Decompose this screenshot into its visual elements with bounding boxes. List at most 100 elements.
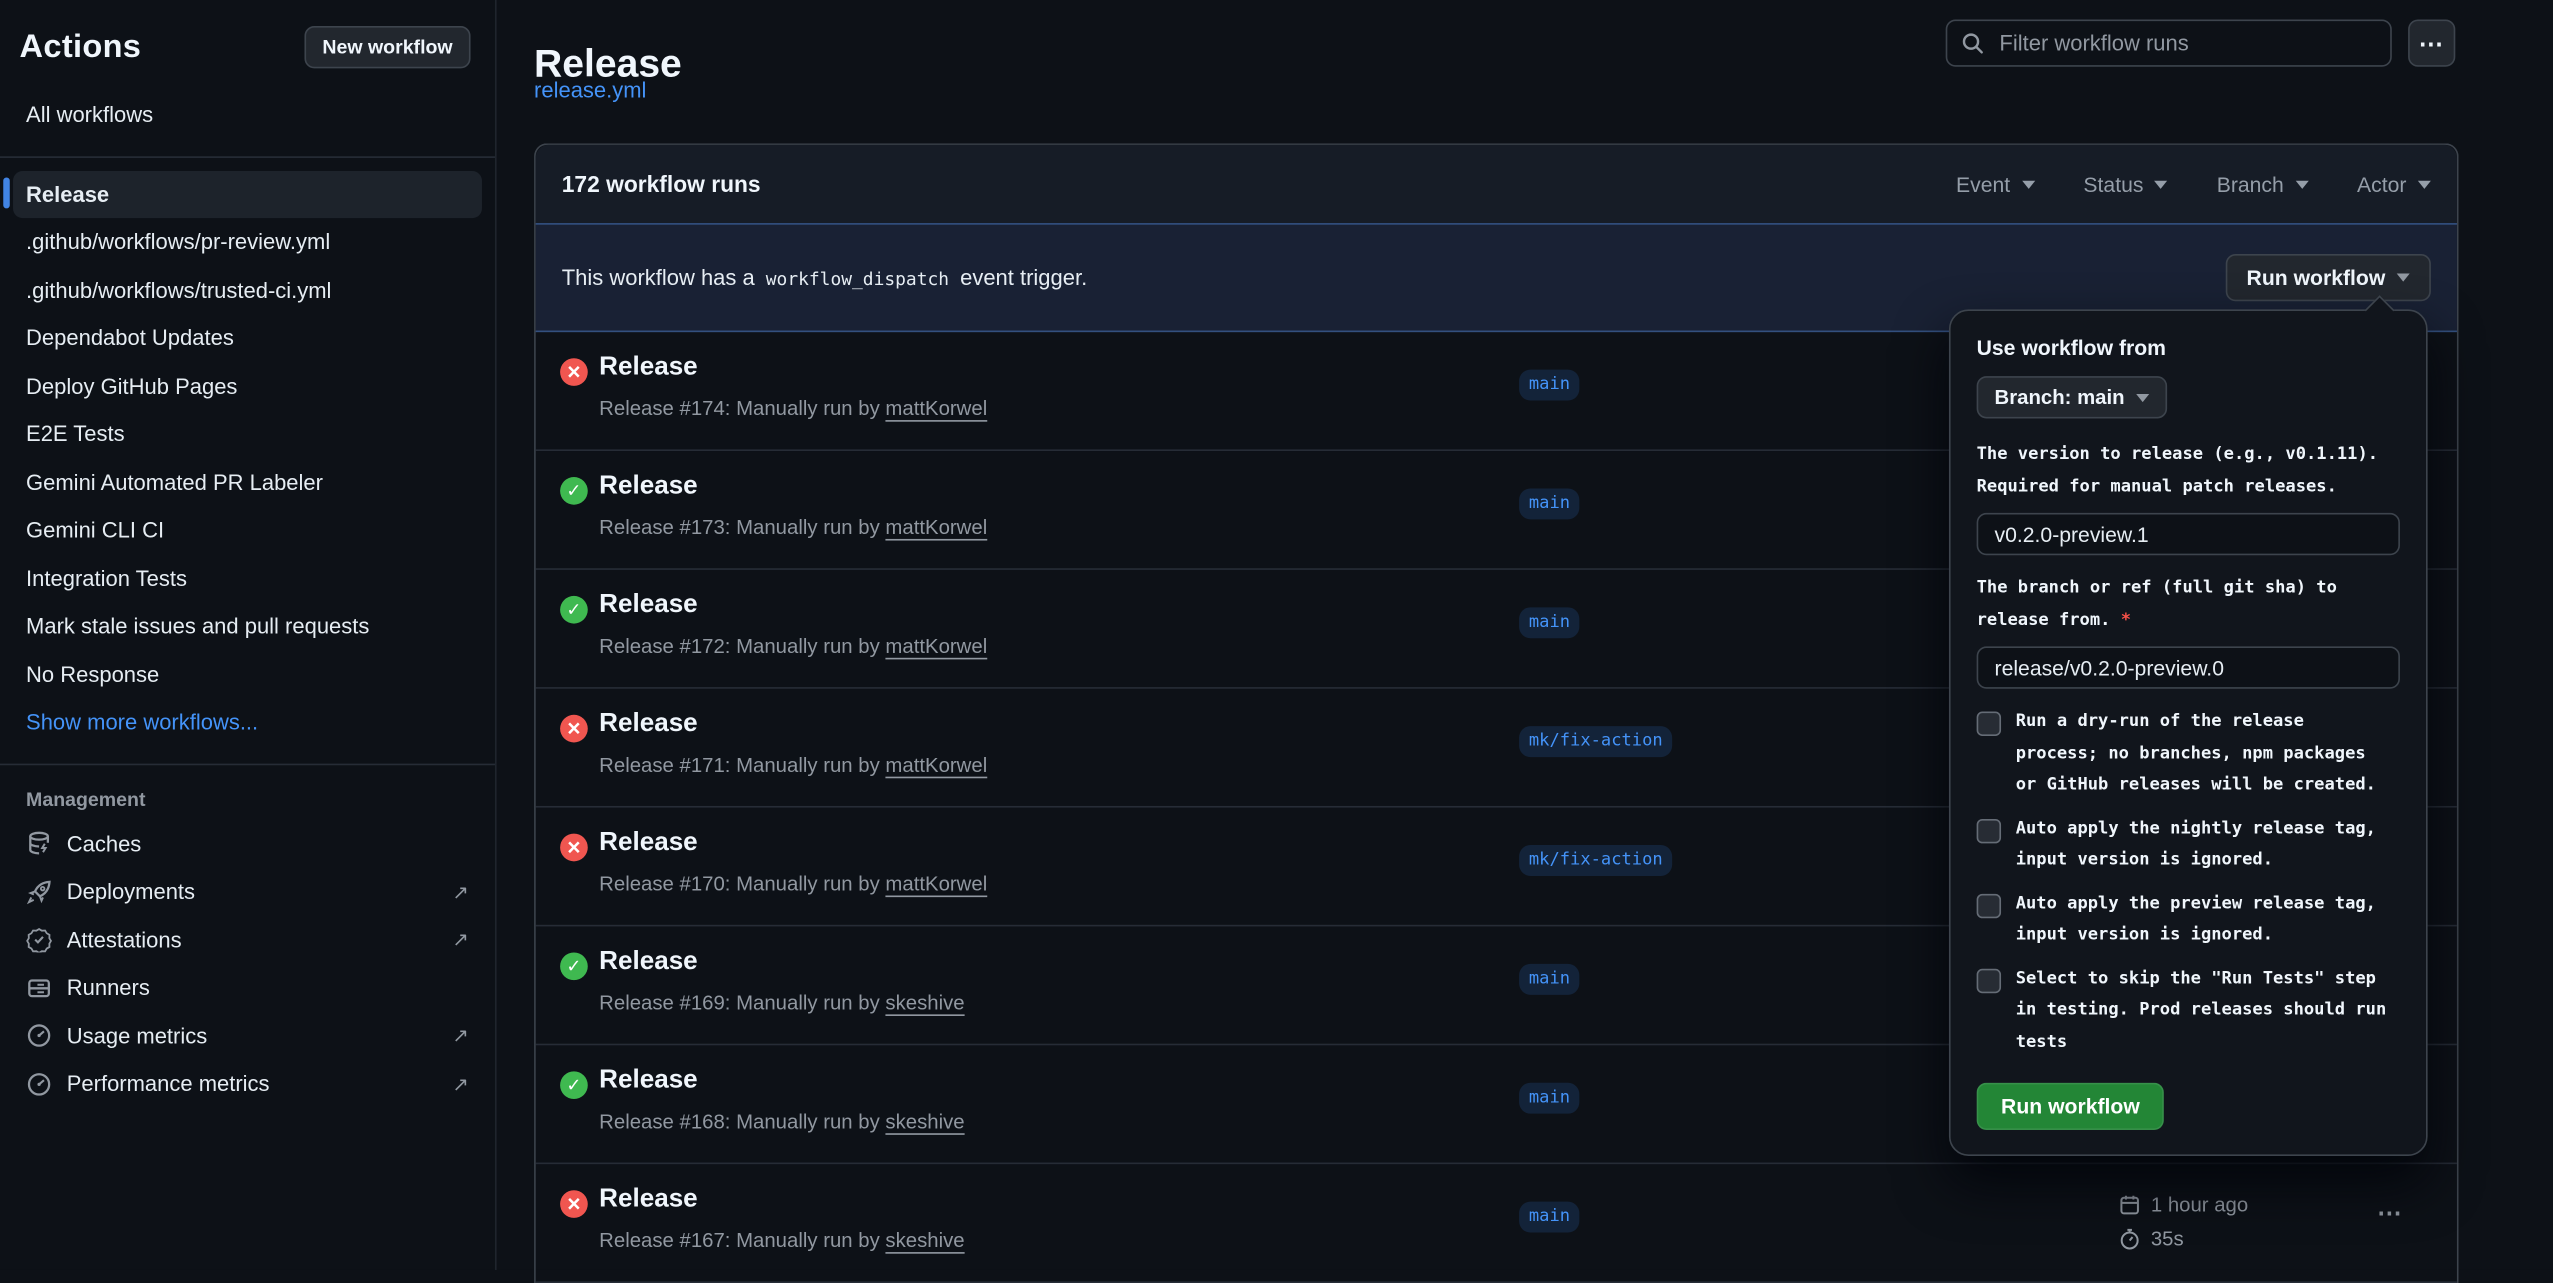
sidebar-divider — [0, 763, 495, 765]
filter-workflow-runs-input-wrap — [1946, 20, 2392, 67]
sidebar-item-pr-review[interactable]: .github/workflows/pr-review.yml — [13, 218, 482, 266]
preview-tag-checkbox[interactable] — [1977, 893, 2001, 917]
show-more-workflows-link[interactable]: Show more workflows... — [13, 698, 482, 746]
run-actor-link[interactable]: skeshive — [885, 1110, 964, 1133]
sidebar-item-integration-tests[interactable]: Integration Tests — [13, 554, 482, 602]
branch-badge[interactable]: main — [1519, 607, 1580, 638]
run-status-icon — [560, 715, 588, 743]
chevron-down-icon — [2418, 180, 2431, 188]
sidebar-item-gemini-pr-labeler[interactable]: Gemini Automated PR Labeler — [13, 458, 482, 506]
run-title-link[interactable]: Release — [599, 353, 698, 382]
run-title-link[interactable]: Release — [599, 1066, 698, 1095]
branch-badge[interactable]: main — [1519, 370, 1580, 401]
checkbox-label: Auto apply the nightly release tag, inpu… — [2016, 813, 2392, 876]
run-title-link[interactable]: Release — [599, 948, 698, 977]
run-status-icon — [560, 596, 588, 624]
server-icon — [26, 975, 52, 1001]
dry-run-checkbox[interactable] — [1977, 712, 2001, 736]
version-input-label: The version to release (e.g., v0.1.11). … — [1977, 440, 2400, 503]
kebab-icon: ⋯ — [2419, 28, 2445, 57]
dry-run-checkbox-row: Run a dry-run of the release process; no… — [1977, 707, 2400, 802]
chevron-down-icon — [2155, 180, 2168, 188]
run-actor-link[interactable]: mattKorwel — [885, 873, 987, 896]
run-title-link[interactable]: Release — [599, 591, 698, 620]
chevron-down-icon — [2295, 180, 2308, 188]
run-actor-link[interactable]: skeshive — [885, 992, 964, 1015]
sidebar-item-all-workflows[interactable]: All workflows — [13, 91, 482, 139]
checkbox-label: Run a dry-run of the release process; no… — [2016, 707, 2392, 802]
branch-badge[interactable]: mk/fix-action — [1519, 726, 1672, 757]
workflow-dispatch-code: workflow_dispatch — [761, 269, 954, 290]
sidebar-item-release[interactable]: Release — [13, 170, 482, 218]
verified-icon — [26, 927, 52, 953]
sidebar-item-e2e-tests[interactable]: E2E Tests — [13, 410, 482, 458]
cache-icon — [26, 831, 52, 857]
sidebar-item-performance-metrics[interactable]: Performance metrics ↗ — [13, 1060, 482, 1108]
branch-badge[interactable]: main — [1519, 488, 1580, 519]
run-status-icon — [560, 1071, 588, 1099]
run-actor-link[interactable]: mattKorwel — [885, 397, 987, 420]
workflow-options-kebab-button[interactable]: ⋯ — [2408, 20, 2455, 67]
run-description: Release #172: Manually run by mattKorwel — [599, 635, 987, 658]
search-icon — [1960, 31, 1984, 55]
branch-badge[interactable]: mk/fix-action — [1519, 845, 1672, 876]
filter-event-dropdown[interactable]: Event — [1956, 172, 2035, 196]
sidebar-item-attestations[interactable]: Attestations ↗ — [13, 916, 482, 964]
ref-input-label: The branch or ref (full git sha) to rele… — [1977, 573, 2400, 636]
branch-selector-button[interactable]: Branch: main — [1977, 376, 2167, 418]
workflow-runs-count: 172 workflow runs — [562, 171, 761, 197]
external-link-icon: ↗ — [453, 1074, 469, 1094]
run-description: Release #169: Manually run by skeshive — [599, 992, 964, 1015]
run-description: Release #171: Manually run by mattKorwel — [599, 754, 987, 777]
run-actor-link[interactable]: mattKorwel — [885, 635, 987, 658]
branch-badge[interactable]: main — [1519, 964, 1580, 995]
run-actor-link[interactable]: mattKorwel — [885, 516, 987, 539]
run-title-link[interactable]: Release — [599, 1185, 698, 1214]
management-section-header: Management — [26, 787, 469, 810]
external-link-icon: ↗ — [453, 882, 469, 902]
run-options-kebab-button[interactable]: ⋯ — [2367, 1197, 2413, 1230]
run-duration: 35s — [2151, 1227, 2184, 1250]
sidebar-item-runners[interactable]: Runners — [13, 964, 482, 1012]
skip-tests-checkbox-row: Select to skip the "Run Tests" step in t… — [1977, 963, 2400, 1058]
run-status-icon — [560, 477, 588, 505]
run-workflow-submit-button[interactable]: Run workflow — [1977, 1083, 2165, 1130]
run-actor-link[interactable]: mattKorwel — [885, 754, 987, 777]
filter-branch-dropdown[interactable]: Branch — [2217, 172, 2309, 196]
version-input[interactable] — [1977, 513, 2400, 555]
run-title-link[interactable]: Release — [599, 472, 698, 501]
workflow-file-link[interactable]: release.yml — [534, 78, 646, 102]
skip-tests-checkbox[interactable] — [1977, 968, 2001, 992]
run-actor-link[interactable]: skeshive — [885, 1229, 964, 1252]
sidebar-item-label: Runners — [67, 974, 150, 1002]
run-description: Release #173: Manually run by mattKorwel — [599, 516, 987, 539]
new-workflow-button[interactable]: New workflow — [304, 26, 470, 68]
sidebar-item-deployments[interactable]: Deployments ↗ — [13, 868, 482, 916]
sidebar-item-mark-stale[interactable]: Mark stale issues and pull requests — [13, 602, 482, 650]
sidebar-item-caches[interactable]: Caches — [13, 820, 482, 868]
ref-input[interactable] — [1977, 646, 2400, 688]
sidebar-item-usage-metrics[interactable]: Usage metrics ↗ — [13, 1012, 482, 1060]
nightly-tag-checkbox[interactable] — [1977, 818, 2001, 842]
run-description: Release #174: Manually run by mattKorwel — [599, 397, 987, 420]
branch-badge[interactable]: main — [1519, 1202, 1580, 1233]
sidebar-item-label: Caches — [67, 830, 142, 858]
sidebar-item-dependabot-updates[interactable]: Dependabot Updates — [13, 314, 482, 362]
main-header: Release release.yml ⋯ — [534, 0, 2553, 143]
use-workflow-from-heading: Use workflow from — [1977, 335, 2400, 359]
sidebar-title: Actions — [20, 28, 142, 65]
kebab-icon: ⋯ — [2377, 1200, 2403, 1228]
sidebar-item-trusted-ci[interactable]: .github/workflows/trusted-ci.yml — [13, 266, 482, 314]
filter-status-dropdown[interactable]: Status — [2083, 172, 2167, 196]
chevron-down-icon — [2022, 180, 2035, 188]
run-title-link[interactable]: Release — [599, 829, 698, 858]
sidebar-item-deploy-github-pages[interactable]: Deploy GitHub Pages — [13, 362, 482, 410]
filter-actor-dropdown[interactable]: Actor — [2357, 172, 2431, 196]
sidebar-item-gemini-cli-ci[interactable]: Gemini CLI CI — [13, 506, 482, 554]
run-workflow-dropdown-button[interactable]: Run workflow — [2225, 254, 2431, 301]
sidebar-item-no-response[interactable]: No Response — [13, 650, 482, 698]
branch-badge[interactable]: main — [1519, 1083, 1580, 1114]
filter-workflow-runs-input[interactable] — [1996, 29, 2377, 57]
run-description: Release #170: Manually run by mattKorwel — [599, 873, 987, 896]
run-title-link[interactable]: Release — [599, 710, 698, 739]
